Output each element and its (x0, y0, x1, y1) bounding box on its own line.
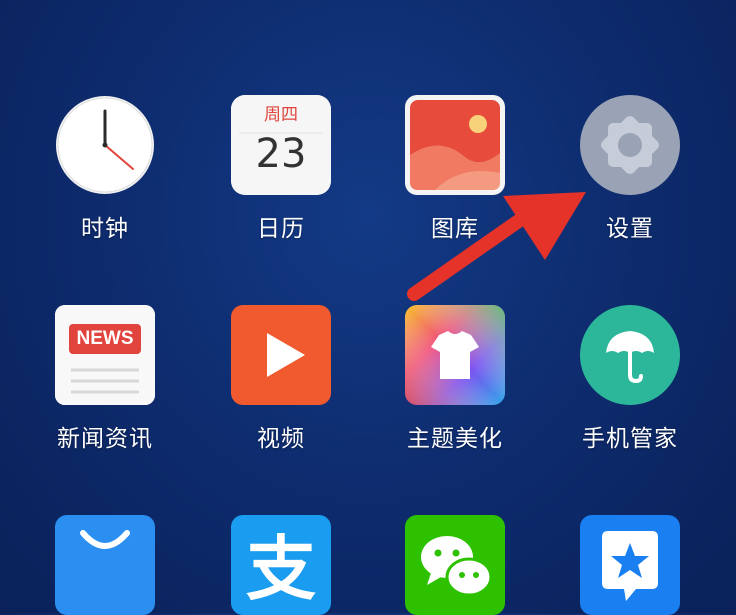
alipay-glyph: 支 (246, 528, 316, 610)
app-label: 新闻资讯 (57, 426, 153, 452)
app-label: 视频 (257, 426, 305, 452)
calendar-weekday: 周四 (264, 105, 298, 125)
umbrella-icon (580, 305, 680, 405)
video-play-icon (231, 305, 331, 405)
calendar-day: 23 (255, 131, 307, 177)
app-label: 手机管家 (582, 426, 678, 452)
theme-shirt-icon (405, 305, 505, 405)
calendar-icon: 周四 23 (231, 95, 331, 195)
wechat-icon (405, 515, 505, 615)
app-label: 图库 (431, 216, 479, 242)
shopping-bag-icon (55, 515, 155, 615)
alipay-icon: 支 (231, 515, 331, 615)
app-label: 时钟 (81, 216, 129, 242)
news-icon: NEWS (55, 305, 155, 405)
app-label: 设置 (606, 216, 654, 242)
app-label: 主题美化 (407, 426, 503, 452)
news-badge: NEWS (76, 328, 134, 349)
settings-gear-icon (580, 95, 680, 195)
gallery-icon (405, 95, 505, 195)
app-label: 日历 (257, 216, 305, 242)
clock-icon (55, 95, 155, 195)
star-chat-icon (580, 515, 680, 615)
